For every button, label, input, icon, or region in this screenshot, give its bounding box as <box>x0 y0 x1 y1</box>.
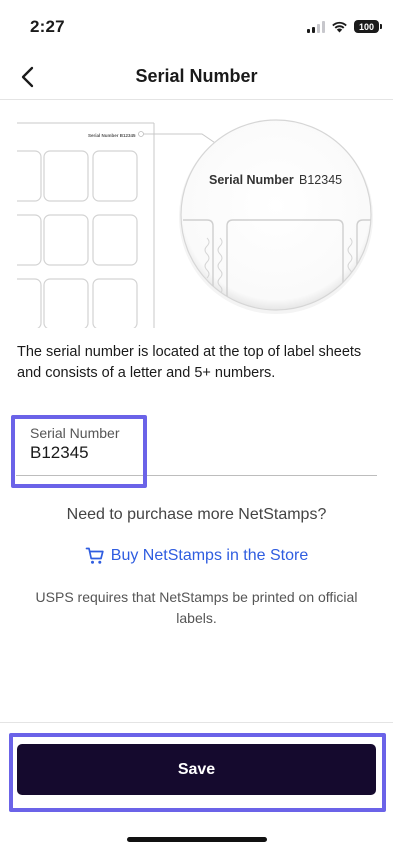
serial-number-input[interactable] <box>30 443 330 463</box>
label-sheet-illustration: Serial Number B12345 Serial Number B1234… <box>10 113 377 330</box>
status-time: 2:27 <box>30 17 65 36</box>
serial-description: The serial number is located at the top … <box>17 344 362 381</box>
signal-icon <box>307 20 325 33</box>
buy-netstamps-label: Buy NetStamps in the Store <box>110 547 309 564</box>
sheet-serial-caption: Serial Number B12345 <box>88 133 136 138</box>
cart-icon <box>85 547 104 564</box>
usps-note: USPS requires that NetStamps be printed … <box>35 589 358 626</box>
footer-divider <box>0 722 393 723</box>
battery-icon: 100 <box>354 20 382 33</box>
buy-netstamps-link[interactable]: Buy NetStamps in the Store <box>0 546 393 566</box>
wifi-icon <box>332 21 347 33</box>
status-bar: 2:27 100 <box>0 0 393 54</box>
screen: 2:27 100 Serial Number Serial Number B12… <box>0 0 393 852</box>
serial-number-label: Serial Number <box>30 425 120 441</box>
nav-bar: Serial Number <box>0 54 393 100</box>
magnified-serial-label: Serial Number <box>209 173 294 187</box>
status-icons: 100 <box>307 20 382 33</box>
save-button[interactable]: Save <box>17 744 376 795</box>
page-title: Serial Number <box>135 66 258 86</box>
home-indicator <box>127 837 267 842</box>
battery-level: 100 <box>358 21 375 32</box>
purchase-question: Need to purchase more NetStamps? <box>66 506 327 523</box>
serial-number-field[interactable]: Serial Number <box>16 417 377 476</box>
magnified-serial-value: B12345 <box>299 173 342 187</box>
